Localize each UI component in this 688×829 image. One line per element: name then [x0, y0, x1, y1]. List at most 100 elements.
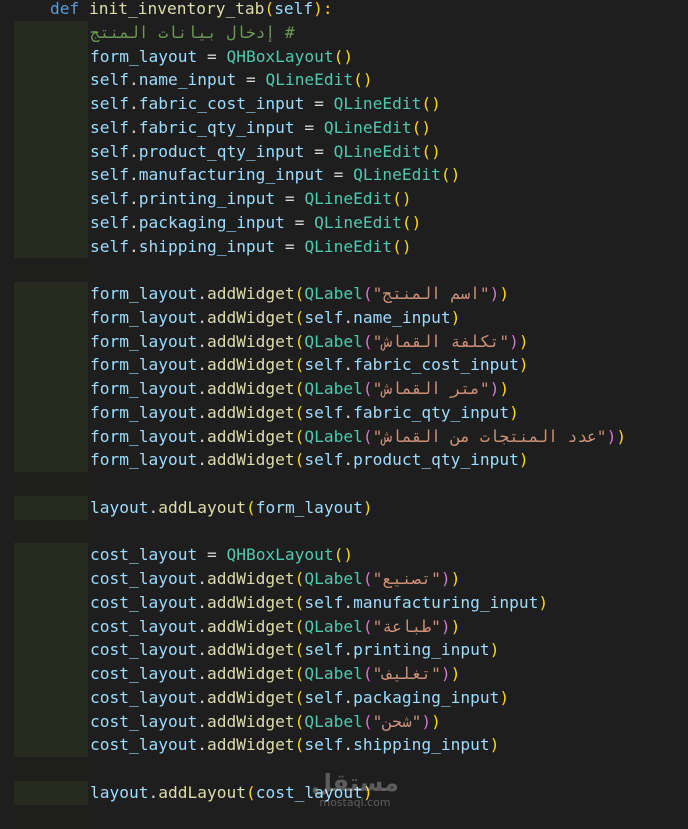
class-name: QLabel	[304, 379, 363, 398]
code-line[interactable]: self.shipping_input = QLineEdit()	[0, 234, 688, 259]
code-punctuation: )	[450, 569, 461, 588]
code-line[interactable]: form_layout.addWidget(QLabel("اسم المنتج…	[0, 282, 688, 306]
code-punctuation: )	[499, 379, 510, 398]
code-punctuation: (	[294, 284, 305, 303]
code-line[interactable]: cost_layout.addWidget(self.printing_inpu…	[0, 638, 688, 663]
code-text: self.printing_input = QLineEdit()	[90, 187, 412, 211]
code-line[interactable]: form_layout.addWidget(self.fabric_cost_i…	[0, 353, 688, 378]
layout-name: form_layout	[90, 450, 198, 470]
code-punctuation: .	[148, 497, 159, 517]
code-text: self.product_qty_input = QLineEdit()	[90, 140, 441, 164]
code-punctuation: (	[294, 379, 305, 398]
code-punctuation: .	[197, 379, 207, 398]
code-punctuation: =	[304, 94, 334, 113]
self-token: self	[90, 165, 129, 185]
code-text: cost_layout.addWidget(self.manufacturing…	[90, 591, 548, 615]
method-name: addWidget	[206, 616, 295, 636]
code-line[interactable]: cost_layout.addWidget(self.packaging_inp…	[0, 685, 688, 710]
code-punctuation: .	[197, 687, 207, 707]
attribute-name: name_input	[138, 70, 237, 90]
code-punctuation: )	[499, 687, 510, 707]
code-punctuation: .	[343, 592, 354, 612]
attribute-name: product_qty_input	[353, 450, 519, 470]
code-line[interactable]: form_layout.addWidget(self.fabric_qty_in…	[0, 400, 688, 425]
code-line[interactable]: self.packaging_input = QLineEdit()	[0, 210, 688, 235]
code-editor[interactable]: def init_inventory_tab(self): # إدخال بيا…	[0, 0, 688, 829]
code-punctuation: .	[128, 236, 139, 256]
code-text: form_layout.addWidget(QLabel("عدد المنتج…	[90, 425, 626, 449]
code-line[interactable]: form_layout.addWidget(self.name_input)	[0, 305, 688, 330]
code-line[interactable]: layout.addLayout(form_layout)	[0, 495, 688, 520]
code-line[interactable]: # إدخال بيانات المنتج	[0, 20, 688, 45]
class-name: QLabel	[304, 284, 363, 303]
indent-guide	[14, 685, 88, 710]
code-line[interactable]: self.product_qty_input = QLineEdit()	[0, 139, 688, 164]
code-line[interactable]: self.fabric_cost_input = QLineEdit()	[0, 92, 688, 116]
self-token: self	[304, 402, 344, 422]
code-punctuation: )	[450, 307, 461, 327]
code-line[interactable]: def init_inventory_tab(self):	[0, 0, 688, 21]
method-name: addLayout	[158, 497, 246, 517]
code-punctuation: .	[197, 592, 207, 612]
code-line[interactable]	[0, 519, 688, 544]
code-line[interactable]: self.printing_input = QLineEdit()	[0, 187, 688, 211]
code-line[interactable]: cost_layout = QHBoxLayout()	[0, 543, 688, 568]
code-text: cost_layout.addWidget(QLabel("طباعة"))	[90, 615, 460, 639]
code-line[interactable]: cost_layout.addWidget(QLabel("تصنيع"))	[0, 567, 688, 591]
indent-guide	[14, 44, 88, 69]
code-line[interactable]: cost_layout.addWidget(QLabel("طباعة"))	[0, 614, 688, 639]
code-punctuation: ()	[401, 212, 422, 232]
class-name: QLineEdit	[353, 165, 441, 185]
code-line[interactable]: form_layout.addWidget(QLabel("متر القماش…	[0, 377, 688, 401]
code-text: cost_layout.addWidget(QLabel("تصنيع"))	[90, 567, 460, 591]
code-line[interactable]: self.manufacturing_input = QLineEdit()	[0, 163, 688, 188]
code-line[interactable]: self.fabric_qty_input = QLineEdit()	[0, 115, 688, 140]
code-punctuation: .	[197, 711, 207, 731]
code-punctuation: (	[362, 711, 373, 731]
class-name: QLabel	[304, 426, 363, 446]
code-line[interactable]: cost_layout.addWidget(QLabel("شحن"))	[0, 709, 688, 734]
code-line[interactable]	[0, 258, 688, 283]
code-punctuation: ()	[411, 117, 432, 137]
layout-name: layout	[90, 782, 149, 802]
code-text: form_layout.addWidget(QLabel("تكلفة القم…	[90, 330, 529, 354]
attribute-name: packaging_input	[353, 687, 500, 707]
method-name: addWidget	[206, 426, 295, 446]
code-text: cost_layout.addWidget(self.shipping_inpu…	[90, 733, 499, 757]
indent-guide	[14, 187, 88, 211]
code-line[interactable]	[0, 472, 688, 496]
code-punctuation: (	[294, 331, 305, 351]
param-self: self	[274, 0, 314, 18]
indent-guide	[14, 495, 88, 520]
code-comment: # إدخال بيانات المنتج	[90, 22, 295, 42]
code-line[interactable]: self.name_input = QLineEdit()	[0, 68, 688, 93]
method-name: addLayout	[158, 782, 246, 802]
method-name: addWidget	[206, 711, 295, 731]
layout-name: cost_layout	[90, 735, 198, 755]
attribute-name: packaging_input	[138, 212, 285, 232]
code-punctuation: (	[362, 664, 373, 683]
attribute-name: printing_input	[353, 640, 490, 660]
code-punctuation: (	[294, 735, 305, 755]
code-punctuation: .	[343, 355, 354, 375]
code-line[interactable]: cost_layout.addWidget(self.shipping_inpu…	[0, 733, 688, 758]
code-punctuation: )	[518, 331, 529, 351]
class-name: QHBoxLayout	[226, 46, 334, 66]
code-line[interactable]: form_layout.addWidget(self.product_qty_i…	[0, 448, 688, 473]
code-punctuation: ()	[421, 141, 441, 161]
code-punctuation: (	[362, 616, 373, 636]
code-line[interactable]: cost_layout.addWidget(QLabel("تغليف"))	[0, 662, 688, 686]
code-line[interactable]: form_layout.addWidget(QLabel("عدد المنتج…	[0, 424, 688, 449]
class-name: QLineEdit	[304, 236, 393, 256]
code-line[interactable]: form_layout = QHBoxLayout()	[0, 44, 688, 69]
self-token: self	[304, 307, 344, 327]
code-line[interactable]: cost_layout.addWidget(self.manufacturing…	[0, 590, 688, 615]
class-name: QLabel	[304, 664, 363, 683]
code-punctuation: .	[343, 450, 354, 470]
code-punctuation: .	[343, 687, 354, 707]
attribute-name: shipping_input	[353, 735, 490, 755]
code-line[interactable]: form_layout.addWidget(QLabel("تكلفة القم…	[0, 329, 688, 354]
indent-guide	[14, 543, 88, 568]
code-punctuation: )	[518, 450, 529, 470]
code-punctuation: ()	[392, 189, 412, 208]
